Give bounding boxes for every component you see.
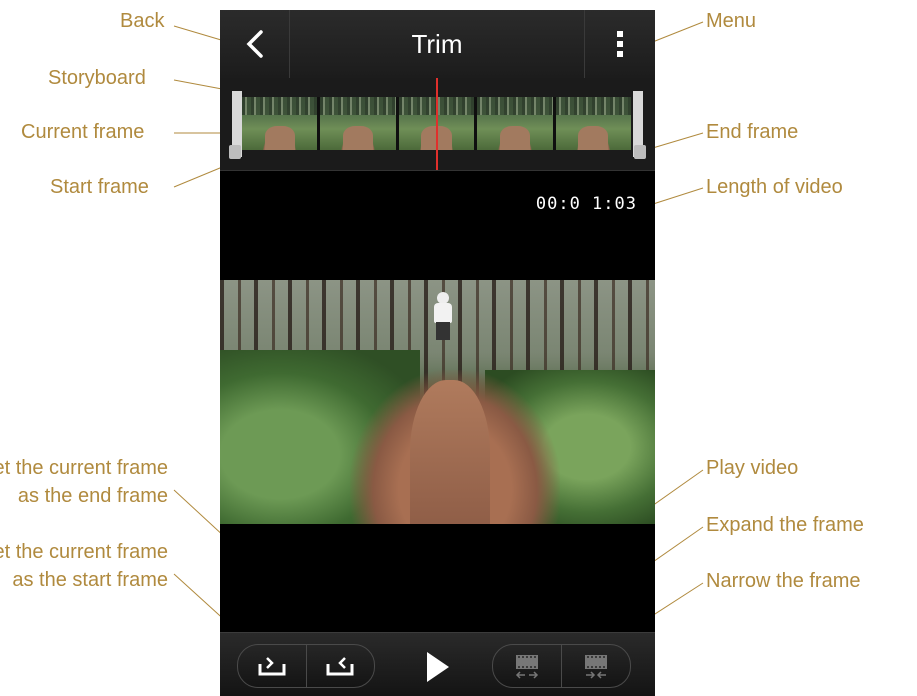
set-start-frame-button[interactable] [238, 645, 306, 687]
back-button[interactable] [220, 10, 290, 78]
set-frame-group [237, 644, 375, 688]
narrow-frame-button[interactable] [561, 645, 630, 687]
callout-play-video: Play video [706, 457, 799, 479]
set-end-frame-icon [326, 657, 354, 676]
page-title: Trim [411, 28, 463, 59]
callout-menu: Menu [706, 10, 757, 32]
set-end-frame-button[interactable] [305, 645, 375, 687]
chevron-left-icon [246, 30, 263, 58]
end-frame-handle[interactable] [633, 91, 646, 159]
more-vertical-icon [617, 31, 623, 57]
title-bar: Trim [220, 10, 655, 79]
callout-expand-frame: Expand the frame [706, 514, 864, 536]
callout-end-frame: End frame [706, 121, 799, 143]
expand-frame-button[interactable] [493, 645, 561, 687]
storyboard-thumbnail [477, 97, 553, 150]
menu-button[interactable] [584, 10, 655, 78]
narrow-frame-icon [585, 655, 607, 679]
play-button[interactable] [418, 649, 458, 685]
storyboard[interactable] [220, 78, 655, 171]
bottom-toolbar [220, 632, 655, 696]
video-length: 00:0 1:03 [535, 194, 637, 214]
expand-frame-icon [515, 655, 539, 679]
callout-current-frame: Current frame [21, 121, 145, 143]
storyboard-thumbnail [242, 97, 318, 150]
leader-length [649, 187, 704, 206]
callout-length-of-video: Length of video [706, 176, 843, 198]
storyboard-thumbnail [320, 97, 396, 150]
play-icon [427, 652, 449, 682]
storyboard-thumbnail [555, 97, 632, 150]
start-frame-handle[interactable] [229, 91, 242, 159]
frame-zoom-group [492, 644, 631, 688]
current-frame-playhead[interactable] [436, 78, 438, 170]
trim-screen: Trim 00:0 1:03 [220, 10, 655, 696]
callout-set-end-line1: Set the current frame [0, 457, 168, 479]
callout-set-end-line2: as the end frame [17, 485, 168, 507]
video-dirt-jump [410, 380, 490, 524]
video-rider [432, 292, 454, 342]
callout-narrow-frame: Narrow the frame [706, 570, 861, 592]
set-start-frame-icon [258, 657, 286, 676]
callout-back: Back [120, 10, 165, 32]
callout-storyboard: Storyboard [48, 67, 146, 89]
callout-start-frame: Start frame [50, 176, 149, 198]
callout-set-start-line1: Set the current frame [0, 541, 168, 563]
video-preview[interactable] [220, 280, 655, 524]
callout-set-start-line2: as the start frame [12, 569, 168, 591]
